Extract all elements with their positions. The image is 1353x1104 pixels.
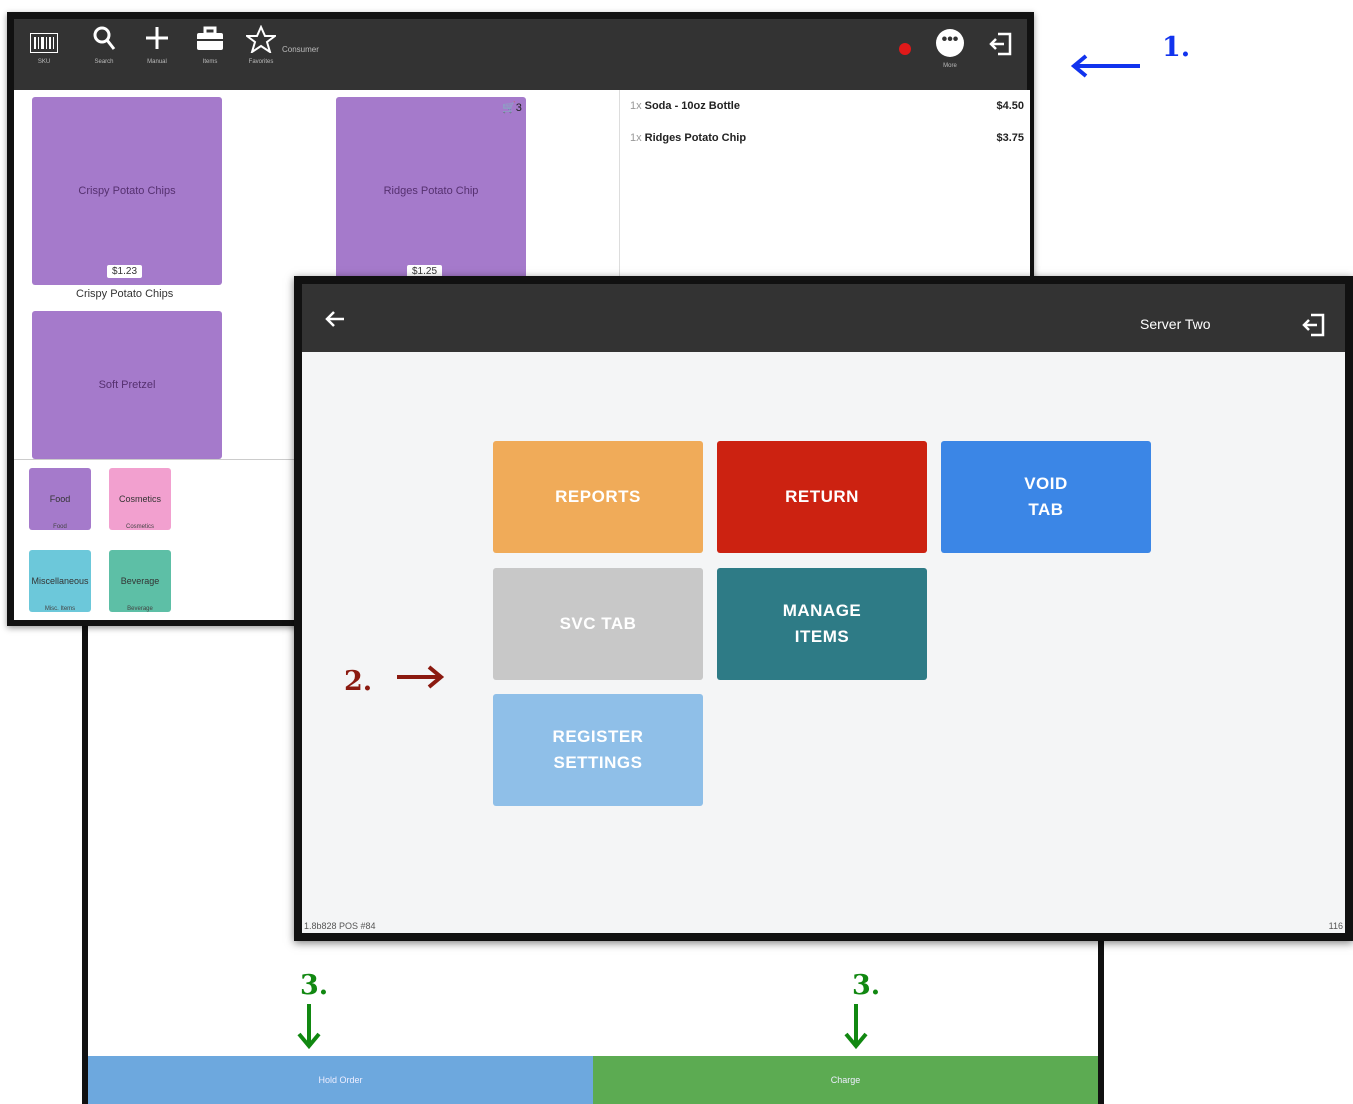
- category-caption: Beverage: [127, 606, 153, 612]
- favorites-label: Favorites: [248, 59, 274, 65]
- annotation-1: 1.: [1162, 32, 1191, 63]
- item-tile-crispy-potato-chips[interactable]: Crispy Potato Chips: [32, 97, 222, 285]
- sku-label: SKU: [37, 59, 51, 65]
- plus-icon: [137, 25, 177, 59]
- category-label: Beverage: [120, 576, 160, 586]
- star-icon: [241, 24, 281, 59]
- version-label: 1.8b828 POS #84: [304, 921, 376, 931]
- cart-line[interactable]: 1x Ridges Potato Chip $3.75: [630, 132, 1024, 144]
- category-caption: Cosmetics: [125, 524, 154, 530]
- category-label: Cosmetics: [118, 494, 161, 504]
- favorites-tool[interactable]: Favorites: [241, 24, 281, 65]
- search-tool[interactable]: Search: [84, 25, 124, 65]
- category-misc[interactable]: Miscellaneous: [29, 550, 91, 612]
- barcode-icon: [24, 25, 64, 59]
- annotation-3-left: 3.: [300, 970, 329, 1001]
- category-label: Food: [49, 494, 71, 504]
- hold-order-button[interactable]: Hold Order: [88, 1056, 593, 1104]
- cart-qty: 1x: [630, 132, 642, 144]
- cart-count: 3: [515, 102, 522, 114]
- sku-tool[interactable]: SKU: [24, 25, 64, 65]
- return-button[interactable]: RETURN: [717, 441, 927, 553]
- item-tile-ridges-potato-chip[interactable]: Ridges Potato Chip: [336, 97, 526, 285]
- manual-tool[interactable]: Manual: [137, 25, 177, 65]
- cart-count-badge: 🛒3: [502, 101, 522, 114]
- item-tile-soft-pretzel[interactable]: Soft Pretzel: [32, 311, 222, 459]
- search-label: Search: [94, 59, 114, 65]
- category-bar: Food Food Cosmetics Cosmetics Miscellane…: [14, 459, 314, 620]
- logout-icon[interactable]: [989, 31, 1013, 57]
- category-caption: Food: [53, 524, 67, 530]
- more-button[interactable]: •••: [936, 29, 964, 57]
- manual-label: Manual: [147, 59, 167, 65]
- back-arrow-icon[interactable]: [324, 308, 346, 334]
- item-name: Ridges Potato Chip: [383, 185, 479, 197]
- current-user: Server Two: [1140, 316, 1211, 332]
- void-tab-button[interactable]: VOID TAB: [941, 441, 1151, 553]
- cart-line[interactable]: 1x Soda - 10oz Bottle $4.50: [630, 100, 1024, 112]
- annotation-arrow-3-left: [297, 1004, 321, 1050]
- annotation-2: 2.: [344, 666, 373, 697]
- item-caption: Crispy Potato Chips: [76, 288, 174, 300]
- ellipsis-icon: •••: [941, 31, 959, 48]
- cart-item-price: $4.50: [996, 100, 1024, 112]
- annotation-arrow-1: [1070, 54, 1140, 78]
- cart-item-name: Ridges Potato Chip: [644, 132, 747, 144]
- checkout-bottom-bar: Hold Order Charge: [88, 1056, 1098, 1104]
- items-tool[interactable]: Items: [190, 25, 230, 65]
- cart-icon: 🛒: [502, 102, 516, 114]
- svc-tab-button[interactable]: SVC TAB: [493, 568, 703, 680]
- favorites-caption: Consumer: [282, 45, 319, 54]
- reports-button[interactable]: REPORTS: [493, 441, 703, 553]
- item-name: Soft Pretzel: [98, 379, 156, 391]
- category-food[interactable]: Food: [29, 468, 91, 530]
- cart-item-name: Soda - 10oz Bottle: [644, 100, 740, 112]
- category-beverage[interactable]: Beverage: [109, 550, 171, 612]
- annotation-arrow-2: [397, 665, 445, 689]
- briefcase-icon: [190, 25, 230, 59]
- item-name: Crispy Potato Chips: [78, 185, 176, 197]
- logout-icon[interactable]: [1302, 312, 1326, 338]
- category-cosmetics[interactable]: Cosmetics: [109, 468, 171, 530]
- register-settings-button[interactable]: REGISTER SETTINGS: [493, 694, 703, 806]
- annotation-3-right: 3.: [852, 970, 881, 1001]
- pos-toolbar: SKU Search Manual Items Favorites Consum…: [14, 19, 1027, 90]
- menu-topbar: Server Two: [302, 284, 1345, 352]
- more-label: More: [943, 63, 957, 69]
- category-label: Miscellaneous: [31, 576, 89, 586]
- category-caption: Misc. Items: [44, 606, 76, 612]
- footer-number: 116: [1328, 921, 1343, 931]
- cart-item-price: $3.75: [996, 132, 1024, 144]
- manage-items-button[interactable]: MANAGE ITEMS: [717, 568, 927, 680]
- cart-qty: 1x: [630, 100, 642, 112]
- items-label: Items: [202, 59, 218, 65]
- status-indicator: [899, 43, 911, 55]
- manager-menu-window: Server Two REPORTS RETURN VOID TAB SVC T…: [294, 276, 1353, 941]
- charge-button[interactable]: Charge: [593, 1056, 1098, 1104]
- search-icon: [84, 25, 124, 59]
- annotation-arrow-3-right: [844, 1004, 868, 1050]
- item-price: $1.23: [107, 265, 143, 278]
